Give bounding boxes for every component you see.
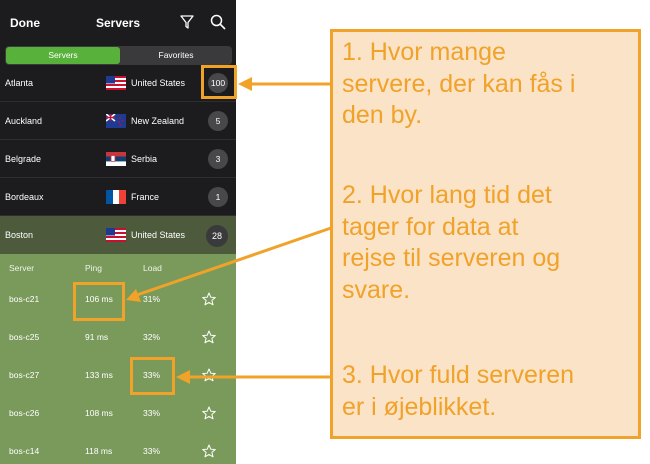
arrowhead-icon — [238, 77, 252, 91]
location-row[interactable]: Auckland New Zealand 5 — [0, 102, 236, 140]
server-row[interactable]: bos-c27 133 ms 33% — [0, 356, 236, 394]
page-title: Servers — [95, 16, 141, 30]
annotation-line: tager for data at — [342, 212, 519, 241]
annotation-line: 2. Hvor lang tid det — [342, 181, 552, 209]
column-header-load: Load — [143, 263, 162, 273]
us-flag-icon — [106, 76, 126, 90]
rs-flag-icon — [106, 152, 126, 166]
location-row[interactable]: Belgrade Serbia 3 — [0, 140, 236, 178]
annotation-line: den by. — [342, 101, 423, 129]
us-flag-icon — [106, 228, 126, 242]
server-count-badge: 28 — [206, 225, 228, 247]
server-row[interactable]: bos-c25 91 ms 32% — [0, 318, 236, 356]
country-name: United States — [131, 230, 186, 240]
city-name: Belgrade — [5, 154, 42, 164]
annotation-line: svare. — [342, 275, 411, 304]
server-count-badge: 3 — [208, 149, 228, 169]
annotation-line: rejse til serveren og — [342, 244, 561, 272]
server-count-badge: 1 — [208, 187, 228, 207]
country-name: Serbia — [131, 154, 158, 164]
column-header-ping: Ping — [85, 263, 103, 273]
server-row[interactable]: bos-c14 118 ms 33% — [0, 432, 236, 464]
nav-bar: Done Servers — [0, 0, 236, 44]
fr-flag-icon — [106, 190, 126, 204]
server-count-badge: 5 — [208, 111, 228, 131]
annotation-line: 3. Hvor fuld serveren — [342, 361, 575, 389]
favorite-star-icon[interactable] — [202, 368, 216, 382]
country-name: United States — [131, 78, 186, 88]
country-name: New Zealand — [131, 116, 185, 126]
tab-servers[interactable]: Servers — [6, 47, 120, 64]
favorite-star-icon[interactable] — [202, 292, 216, 306]
highlight-ping — [73, 282, 125, 321]
location-row[interactable]: Bordeaux France 1 — [0, 178, 236, 216]
annotation-ping: 2. Hvor lang tid det tager for data at r… — [342, 180, 560, 306]
server-name: bos-c21 — [9, 294, 40, 304]
country-name: France — [131, 192, 160, 202]
server-ping: 133 ms — [85, 370, 113, 380]
server-ping: 118 ms — [85, 446, 113, 456]
favorite-star-icon[interactable] — [202, 330, 216, 344]
city-name: Auckland — [5, 116, 43, 126]
server-name: bos-c26 — [9, 408, 40, 418]
annotation-line: servere, der kan fås i — [342, 69, 576, 98]
tab-favorites[interactable]: Favorites — [121, 47, 231, 64]
column-header-server: Server — [9, 263, 35, 273]
favorite-star-icon[interactable] — [202, 444, 216, 458]
city-name: Atlanta — [5, 78, 34, 88]
server-ping: 91 ms — [85, 332, 109, 342]
city-name: Boston — [5, 230, 34, 240]
server-load: 31% — [143, 294, 161, 304]
highlight-server-count — [201, 65, 237, 99]
annotation-line: 1. Hvor mange — [342, 38, 506, 66]
server-ping: 108 ms — [85, 408, 113, 418]
server-name: bos-c25 — [9, 332, 40, 342]
annotation-server-count: 1. Hvor mange servere, der kan fås i den… — [342, 37, 575, 132]
server-name: bos-c27 — [9, 370, 40, 380]
server-name: bos-c14 — [9, 446, 40, 456]
highlight-load — [130, 357, 175, 395]
server-load: 32% — [143, 332, 161, 342]
filter-icon[interactable] — [180, 14, 194, 30]
annotation-load: 3. Hvor fuld serveren er i øjeblikket. — [342, 360, 574, 423]
annotation-line: er i øjeblikket. — [342, 392, 497, 421]
server-load: 33% — [143, 408, 161, 418]
annotation-panel: 1. Hvor mange servere, der kan fås i den… — [330, 29, 641, 439]
server-load: 33% — [143, 446, 161, 456]
location-row-expanded[interactable]: Boston United States 28 — [0, 216, 236, 254]
favorite-star-icon[interactable] — [202, 406, 216, 420]
servers-favorites-toggle: Servers Favorites — [5, 46, 232, 65]
search-icon[interactable] — [210, 14, 226, 30]
nz-flag-icon — [106, 114, 126, 128]
server-row[interactable]: bos-c26 108 ms 33% — [0, 394, 236, 432]
server-table-header: Server Ping Load — [0, 254, 236, 280]
city-name: Bordeaux — [5, 192, 44, 202]
